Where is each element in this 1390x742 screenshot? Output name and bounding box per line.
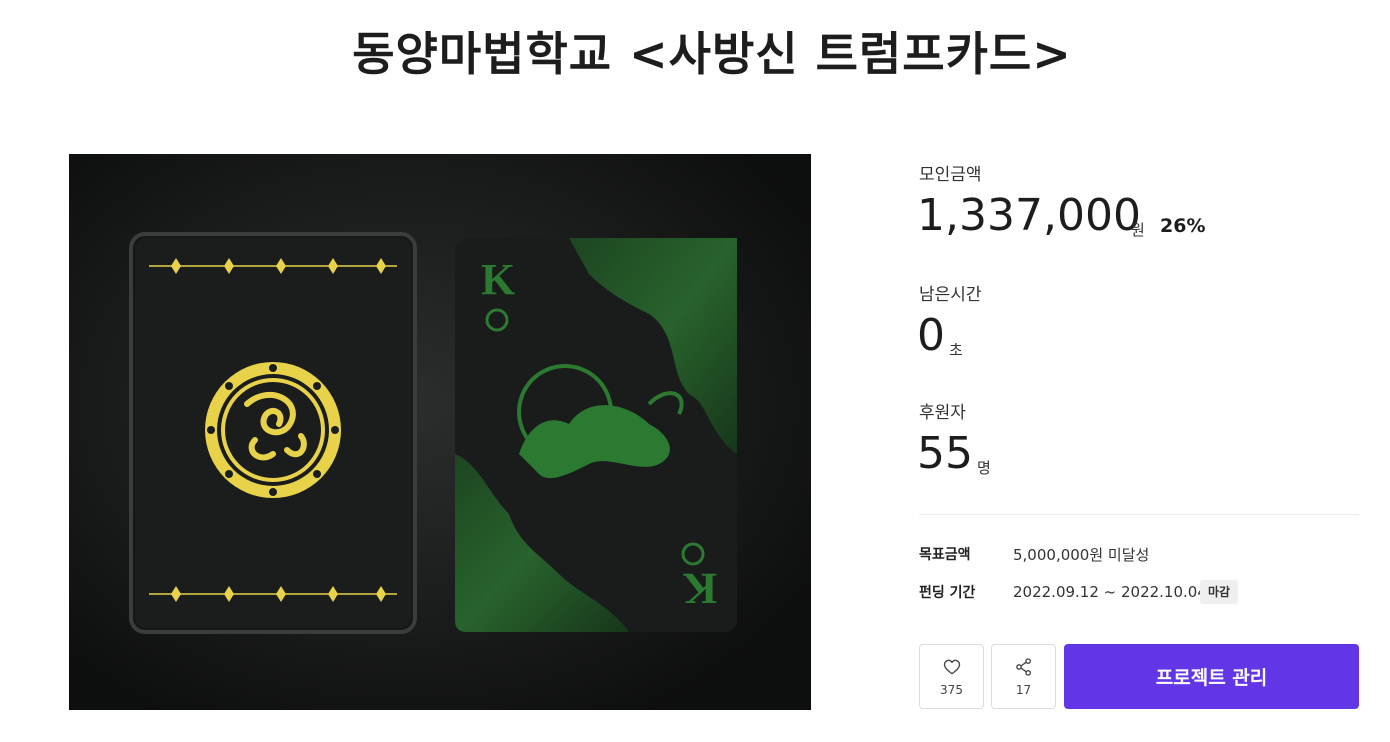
card-letter-bottom: K	[683, 564, 717, 613]
divider	[919, 514, 1359, 515]
backers-unit: 명	[977, 459, 991, 477]
share-count: 17	[1015, 682, 1032, 697]
amount-value: 1,337,000	[917, 190, 1141, 241]
like-count: 375	[940, 682, 963, 697]
card-letter-top: K	[481, 255, 515, 304]
card-king: K K	[455, 238, 737, 632]
time-unit: 초	[949, 341, 963, 359]
playing-cards-illustration: K K	[69, 154, 811, 710]
backers-value: 55	[917, 428, 973, 479]
status-badge: 마감	[1200, 580, 1239, 604]
project-hero-image: K K	[69, 154, 811, 710]
amount-percent: 26%	[1160, 215, 1206, 237]
amount-label: 모인금액	[919, 165, 982, 185]
goal-label: 목표금액	[919, 547, 971, 563]
manage-project-button[interactable]: 프로젝트 관리	[1064, 644, 1359, 709]
share-icon	[1015, 657, 1031, 676]
time-label: 남은시간	[919, 285, 982, 305]
like-button[interactable]: 375	[919, 644, 984, 709]
period-label: 펀딩 기간	[919, 585, 976, 601]
page-title: 동양마법학교 <사방신 트럼프카드>	[352, 27, 1072, 81]
heart-icon	[943, 659, 960, 674]
period-value: 2022.09.12 ~ 2022.10.04	[1013, 583, 1207, 601]
card-back	[129, 232, 417, 634]
share-button[interactable]: 17	[991, 644, 1056, 709]
amount-unit: 원	[1131, 221, 1145, 239]
backers-label: 후원자	[919, 403, 966, 423]
goal-value: 5,000,000원 미달성	[1013, 546, 1150, 564]
time-value: 0	[917, 310, 945, 361]
